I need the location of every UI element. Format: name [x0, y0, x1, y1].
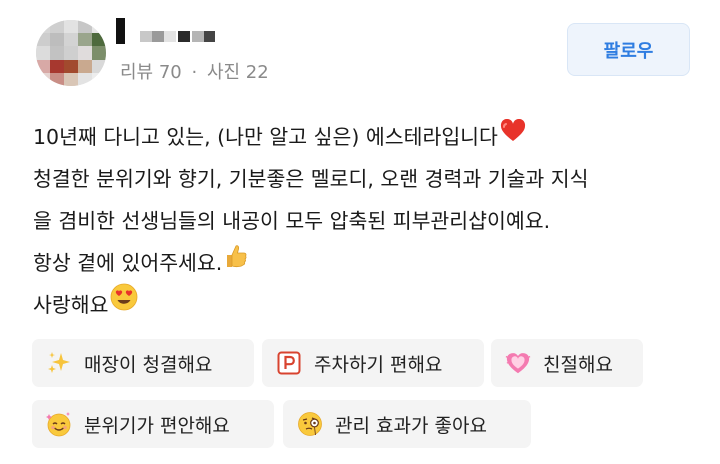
parking-icon	[276, 350, 302, 376]
avatar-pixel	[36, 33, 50, 47]
heart-eyes-face-icon	[110, 283, 138, 325]
avatar-pixel	[64, 20, 78, 34]
avatar-pixel	[64, 72, 78, 86]
growing-heart-icon	[505, 350, 531, 376]
review-line: 항상 곁에 있어주세요.	[33, 242, 713, 284]
tag-label: 분위기가 편안해요	[84, 414, 230, 437]
avatar-pixel	[92, 33, 106, 47]
avatar-pixel	[92, 72, 106, 86]
avatar-pixel	[50, 72, 64, 86]
avatar-pixel	[36, 46, 50, 60]
review-line: 을 겸비한 선생님들의 내공이 모두 압축된 피부관리샵이예요.	[33, 209, 551, 233]
avatar-pixel	[64, 59, 78, 73]
avatar-pixel	[36, 20, 50, 34]
avatar-pixel	[78, 46, 92, 60]
red-heart-icon	[500, 115, 526, 157]
avatar-pixel	[64, 33, 78, 47]
review-text: 10년째 다니고 있는, (나만 알고 싶은) 에스테라입니다 청결한 분위기와…	[33, 116, 713, 326]
review-line-text: 항상 곁에 있어주세요.	[33, 251, 223, 275]
avatar-pixel	[78, 59, 92, 73]
tag-good-treatment-effect[interactable]: 관리 효과가 좋아요	[283, 400, 531, 448]
review-count: 리뷰 70	[120, 62, 182, 83]
review-line-text: 10년째 다니고 있는, (나만 알고 싶은) 에스테라입니다	[33, 125, 498, 149]
avatar-pixel	[78, 20, 92, 34]
avatar-pixel	[50, 46, 64, 60]
tag-friendly[interactable]: 친절해요	[491, 339, 643, 387]
smiling-face-icon	[46, 411, 72, 437]
review-line: 10년째 다니고 있는, (나만 알고 싶은) 에스테라입니다	[33, 116, 713, 158]
review-line-text: 사랑해요	[33, 293, 109, 317]
thumbs-up-icon	[224, 241, 248, 283]
review-line: 사랑해요	[33, 283, 713, 326]
meta-separator: ·	[191, 62, 198, 83]
avatar-pixel	[78, 33, 92, 47]
avatar-pixel	[78, 72, 92, 86]
avatar-pixel	[50, 33, 64, 47]
avatar-pixel	[64, 46, 78, 60]
tag-label: 매장이 청결해요	[84, 353, 213, 376]
tag-comfortable-atmosphere[interactable]: 분위기가 편안해요	[32, 400, 274, 448]
review-meta: 리뷰 70 · 사진 22	[120, 58, 269, 84]
tag-label: 주차하기 편해요	[314, 353, 443, 376]
sparkles-icon	[46, 350, 72, 376]
avatar-pixel	[36, 72, 50, 86]
avatar-pixel	[50, 59, 64, 73]
avatar-pixel	[92, 59, 106, 73]
follow-button[interactable]: 팔로우	[567, 23, 690, 76]
avatar-pixel	[92, 46, 106, 60]
tag-label: 친절해요	[543, 353, 613, 376]
tag-clean-store[interactable]: 매장이 청결해요	[32, 339, 254, 387]
avatar-pixel	[36, 59, 50, 73]
avatar[interactable]	[36, 20, 106, 86]
photo-count: 사진 22	[206, 62, 269, 83]
avatar-pixel	[92, 20, 106, 34]
face-with-monocle-icon	[297, 411, 323, 437]
avatar-pixel	[50, 20, 64, 34]
tag-easy-parking[interactable]: 주차하기 편해요	[262, 339, 484, 387]
tag-label: 관리 효과가 좋아요	[335, 414, 487, 437]
review-line: 청결한 분위기와 향기, 기분좋은 멜로디, 오랜 경력과 기술과 지식	[33, 167, 589, 191]
